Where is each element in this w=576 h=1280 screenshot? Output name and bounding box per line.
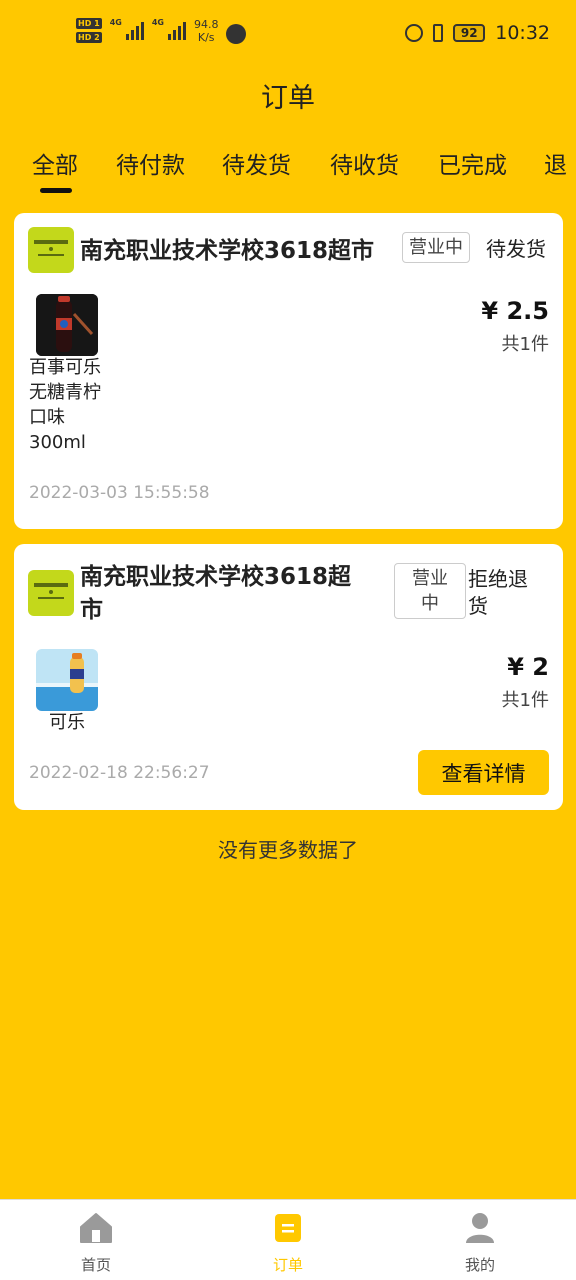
nav-profile-label: 我的	[464, 1256, 495, 1274]
product-name-line: 百事可乐	[29, 357, 101, 378]
network-1-label: 4G	[109, 18, 122, 27]
store-logo	[28, 570, 74, 616]
nav-home-label: 首页	[80, 1256, 111, 1274]
view-details-button[interactable]: 查看详情	[418, 750, 549, 795]
nav-home[interactable]: 首页	[46, 1212, 146, 1275]
store-name-line: 市	[80, 597, 103, 623]
vibrate-icon	[433, 24, 444, 42]
order-card[interactable]: 南充职业技术学校3618超 市 营业 中 拒绝退 货 可乐 ¥ 2 共1件 20…	[14, 544, 563, 810]
speed-value: 94.8	[193, 18, 219, 31]
tab-refund[interactable]: 退	[544, 146, 567, 180]
battery-icon: 92	[453, 24, 486, 42]
order-tabs: 全部 待付款 待发货 待收货 已完成 退	[32, 146, 576, 196]
store-status-line: 中	[421, 593, 439, 614]
battery-level: 92	[460, 26, 478, 40]
speed-unit: K/s	[197, 31, 215, 44]
tab-completed[interactable]: 已完成	[438, 146, 507, 180]
order-card[interactable]: 南充职业技术学校3618超市 营业中 待发货 百事可乐 无糖青柠 口味 300m…	[14, 213, 563, 529]
product-image[interactable]	[36, 649, 98, 711]
home-icon	[80, 1213, 112, 1243]
no-more-data-text: 没有更多数据了	[218, 838, 358, 862]
nav-profile[interactable]: 我的	[430, 1212, 530, 1275]
tab-pending-shipment[interactable]: 待发货	[222, 146, 291, 180]
store-status-badge: 营业 中	[394, 563, 466, 619]
hd-indicators: HD 1 HD 2	[76, 18, 102, 43]
order-quantity: 共1件	[501, 690, 549, 711]
user-icon	[466, 1213, 494, 1243]
order-time: 2022-02-18 22:56:27	[29, 763, 210, 783]
bottom-nav: 首页 订单 我的	[0, 1199, 576, 1280]
clock: 10:32	[495, 22, 550, 44]
product-name-line: 口味	[29, 407, 65, 428]
network-2-label: 4G	[151, 18, 164, 27]
order-icon	[275, 1214, 301, 1242]
product-name-line: 无糖青柠	[29, 382, 101, 403]
tab-pending-payment[interactable]: 待付款	[116, 146, 185, 180]
tab-all[interactable]: 全部	[32, 146, 78, 180]
hd2-badge: HD 2	[76, 32, 102, 43]
tab-pending-receipt[interactable]: 待收货	[330, 146, 399, 180]
page-title: 订单	[261, 83, 315, 114]
signal-2-icon: 4G	[152, 18, 186, 40]
product-name: 可乐	[49, 712, 85, 733]
product-name-line: 300ml	[29, 432, 86, 453]
active-tab-indicator	[40, 188, 72, 193]
order-price: ¥ 2.5	[481, 297, 549, 325]
nav-orders[interactable]: 订单	[238, 1212, 338, 1275]
store-name: 南充职业技术学校3618超 市	[80, 561, 351, 627]
order-status: 拒绝退 货	[468, 566, 528, 620]
store-name: 南充职业技术学校3618超市	[80, 238, 375, 264]
nav-orders-label: 订单	[272, 1256, 303, 1274]
status-bar-right: 92 10:32	[405, 22, 550, 44]
alarm-icon	[405, 24, 424, 42]
network-speed: 94.8 K/s	[194, 18, 219, 44]
status-bar-left: HD 1 HD 2 4G 4G 94.8 K/s	[76, 18, 247, 44]
navigation-icon	[226, 24, 247, 44]
signal-1-icon: 4G	[110, 18, 144, 40]
store-logo	[28, 227, 74, 273]
store-status-badge: 营业中	[402, 232, 470, 263]
order-quantity: 共1件	[501, 334, 549, 355]
product-name: 百事可乐 无糖青柠 口味 300ml	[29, 355, 101, 455]
hd1-badge: HD 1	[76, 18, 102, 29]
order-time: 2022-03-03 15:55:58	[29, 483, 210, 503]
product-image[interactable]	[36, 294, 98, 356]
order-status: 待发货	[486, 237, 546, 261]
store-status-line: 营业	[412, 568, 448, 589]
order-price: ¥ 2	[507, 653, 549, 681]
order-status-line: 拒绝退	[468, 567, 528, 591]
status-bar: HD 1 HD 2 4G 4G 94.8 K/s 92 10:32	[0, 0, 576, 70]
store-name-line: 南充职业技术学校3618超	[80, 564, 352, 590]
order-status-line: 货	[468, 594, 488, 618]
